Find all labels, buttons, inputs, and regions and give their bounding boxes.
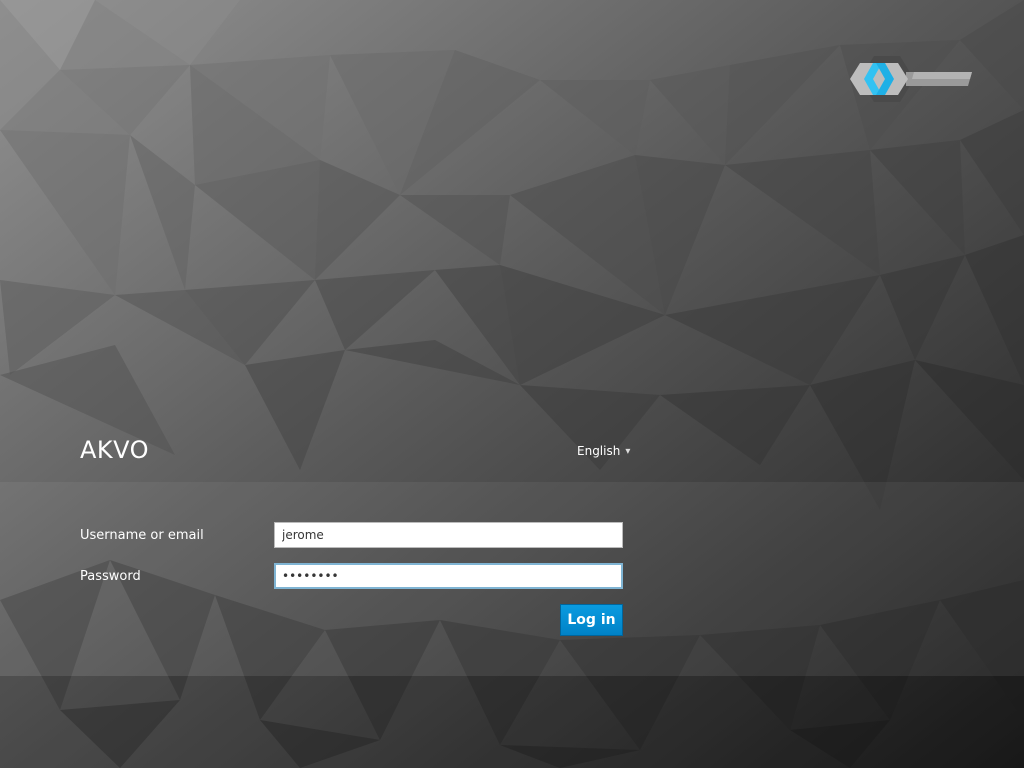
password-label: Password	[80, 569, 141, 584]
login-button[interactable]: Log in	[560, 604, 623, 636]
caret-down-icon: ▾	[625, 445, 631, 457]
locale-dropdown[interactable]: English ▾	[577, 444, 630, 458]
keycloak-logo-icon	[850, 56, 972, 102]
username-input[interactable]	[274, 522, 623, 548]
locale-label: English	[577, 444, 621, 458]
password-input[interactable]	[274, 563, 623, 589]
username-label: Username or email	[80, 528, 204, 543]
realm-title: AKVO	[80, 436, 150, 464]
